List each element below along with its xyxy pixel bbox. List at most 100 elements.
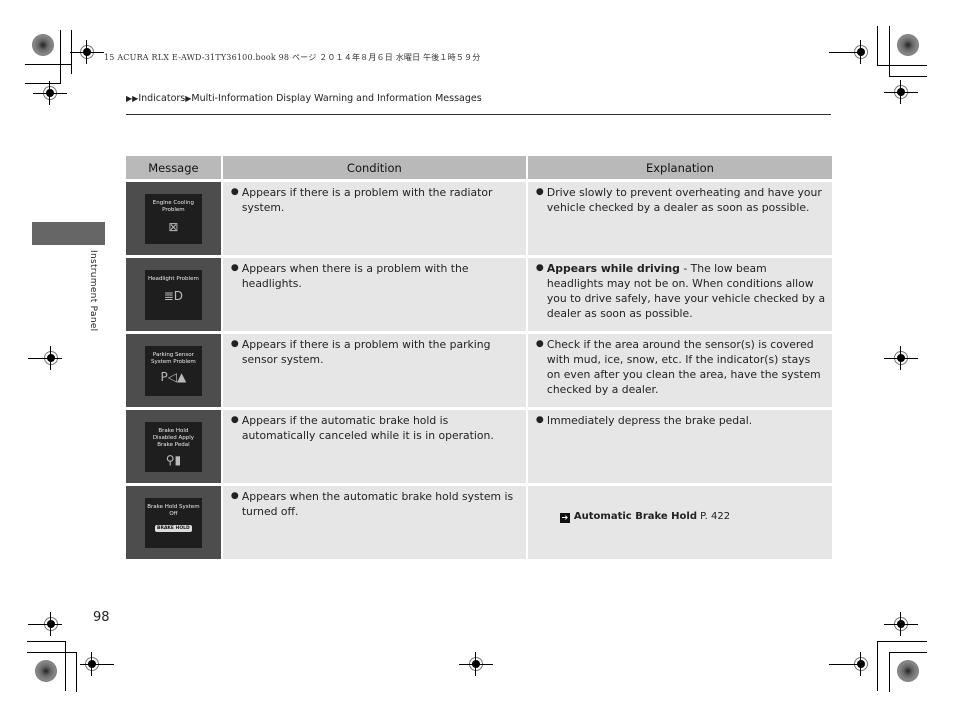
screen-text: Parking Sensor System Problem: [151, 351, 196, 365]
print-disc-top-right: [897, 34, 919, 56]
crop-mark: [884, 624, 918, 625]
condition-cell: ● Appears when there is a problem with th…: [222, 258, 528, 334]
bullet-icon: ●: [230, 187, 239, 197]
explanation-text: Check if the area around the sensor(s) i…: [546, 338, 821, 396]
page-number: 98: [93, 610, 110, 625]
breadcrumb: ▶▶Indicators▶Multi-Information Display W…: [126, 93, 482, 104]
breadcrumb-marker: ▶▶: [126, 94, 139, 103]
crop-mark: [25, 83, 61, 84]
crop-mark: [884, 358, 918, 359]
table-row: Brake Hold Disabled Apply Brake Pedal ⚲▮…: [126, 410, 832, 486]
condition-cell: ● Appears if there is a problem with the …: [222, 334, 528, 410]
display-screen: Headlight Problem ≣D: [144, 269, 202, 320]
bullet-icon: ●: [535, 187, 544, 197]
header-explanation: Explanation: [527, 156, 832, 182]
crop-mark: [76, 652, 77, 692]
crop-mark: [60, 30, 61, 84]
brake-hold-icon: BRAKE HOLD: [155, 524, 192, 532]
table-row: Parking Sensor System Problem P◁▲ ● Appea…: [126, 334, 832, 410]
condition-cell: ● Appears if there is a problem with the …: [222, 182, 528, 258]
table-row: Headlight Problem ≣D ● Appears when there…: [126, 258, 832, 334]
message-cell: Parking Sensor System Problem P◁▲: [126, 334, 223, 410]
header-rule: [126, 114, 831, 115]
crop-mark: [33, 93, 67, 94]
radiator-icon: ⊠: [168, 219, 179, 234]
bullet-icon: ●: [230, 263, 239, 273]
bullet-icon: ●: [230, 491, 239, 501]
crop-mark: [829, 52, 863, 53]
table-header-row: Message Condition Explanation: [126, 156, 832, 182]
crop-mark: [829, 664, 863, 665]
bullet-icon: ●: [535, 339, 544, 349]
section-label: Instrument Panel: [88, 250, 98, 332]
crop-mark: [27, 641, 65, 642]
crop-mark: [80, 664, 114, 665]
explanation-cell: ● Drive slowly to prevent overheating and…: [527, 182, 832, 258]
display-screen: Engine Cooling Problem ⊠: [144, 193, 202, 244]
display-screen: Brake Hold System Off BRAKE HOLD: [144, 497, 202, 548]
crop-mark: [889, 652, 927, 653]
xref-page: P. 422: [700, 511, 731, 522]
bullet-icon: ●: [535, 415, 544, 425]
crop-mark: [27, 652, 77, 653]
crop-mark: [877, 641, 878, 691]
explanation-text: Immediately depress the brake pedal.: [546, 414, 753, 427]
breadcrumb-item-indicators[interactable]: Indicators: [138, 93, 185, 104]
explanation-cell: ➔ Automatic Brake Hold P. 422: [527, 486, 832, 562]
header-condition: Condition: [222, 156, 528, 182]
brake-pedal-icon: ⚲▮: [165, 452, 182, 467]
print-disc-bottom-right: [897, 660, 919, 682]
xref-title[interactable]: Automatic Brake Hold: [574, 511, 697, 522]
crop-mark: [889, 652, 890, 692]
condition-text: Appears if the automatic brake hold is a…: [241, 414, 494, 442]
bullet-icon: ●: [230, 339, 239, 349]
messages-table: Message Condition Explanation Engine Coo…: [126, 156, 832, 562]
message-cell: Brake Hold System Off BRAKE HOLD: [126, 486, 223, 562]
bullet-icon: ●: [535, 263, 544, 273]
screen-text: Engine Cooling Problem: [152, 199, 194, 213]
section-tab: [32, 222, 105, 245]
crop-mark: [28, 624, 62, 625]
crop-mark: [25, 64, 71, 65]
crop-mark: [889, 76, 927, 77]
crop-mark: [877, 65, 927, 66]
crop-mark: [65, 641, 66, 691]
table-row: Brake Hold System Off BRAKE HOLD ● Appear…: [126, 486, 832, 562]
explanation-bold: Appears while driving: [546, 262, 680, 275]
breadcrumb-item-messages[interactable]: Multi-Information Display Warning and In…: [191, 93, 481, 104]
crop-mark: [70, 52, 104, 53]
condition-cell: ● Appears when the automatic brake hold s…: [222, 486, 528, 562]
reference-arrow-icon: ➔: [559, 513, 570, 523]
condition-cell: ● Appears if the automatic brake hold is …: [222, 410, 528, 486]
display-screen: Parking Sensor System Problem P◁▲: [144, 345, 202, 396]
condition-text: Appears when there is a problem with the…: [241, 262, 469, 290]
display-screen: Brake Hold Disabled Apply Brake Pedal ⚲▮: [144, 421, 202, 472]
print-header: 15 ACURA RLX E-AWD-31TY36100.book 98 ページ…: [104, 53, 481, 62]
screen-text: Brake Hold Disabled Apply Brake Pedal: [152, 427, 194, 448]
explanation-cell: ● Check if the area around the sensor(s) …: [527, 334, 832, 410]
crop-mark: [884, 92, 918, 93]
crop-mark: [877, 641, 927, 642]
message-cell: Headlight Problem ≣D: [126, 258, 223, 334]
bullet-icon: ●: [230, 415, 239, 425]
message-cell: Brake Hold Disabled Apply Brake Pedal ⚲▮: [126, 410, 223, 486]
crop-mark: [28, 358, 62, 359]
condition-text: Appears if there is a problem with the r…: [241, 186, 493, 214]
parking-sensor-icon: P◁▲: [160, 369, 187, 384]
condition-text: Appears when the automatic brake hold sy…: [241, 490, 514, 518]
condition-text: Appears if there is a problem with the p…: [241, 338, 491, 366]
print-disc-top-left: [32, 34, 54, 56]
header-message: Message: [126, 156, 223, 182]
screen-text: Headlight Problem: [148, 275, 199, 282]
crop-mark: [877, 26, 878, 66]
headlight-icon: ≣D: [163, 288, 184, 303]
table-row: Engine Cooling Problem ⊠ ● Appears if the…: [126, 182, 832, 258]
crop-mark: [889, 26, 890, 76]
explanation-cell: ● Immediately depress the brake pedal.: [527, 410, 832, 486]
message-cell: Engine Cooling Problem ⊠: [126, 182, 223, 258]
crop-mark: [459, 664, 493, 665]
explanation-text: Drive slowly to prevent overheating and …: [546, 186, 822, 214]
screen-text: Brake Hold System Off: [147, 503, 200, 517]
explanation-cell: ● Appears while driving - The low beam he…: [527, 258, 832, 334]
cross-reference-link[interactable]: ➔ Automatic Brake Hold P. 422: [559, 509, 826, 524]
